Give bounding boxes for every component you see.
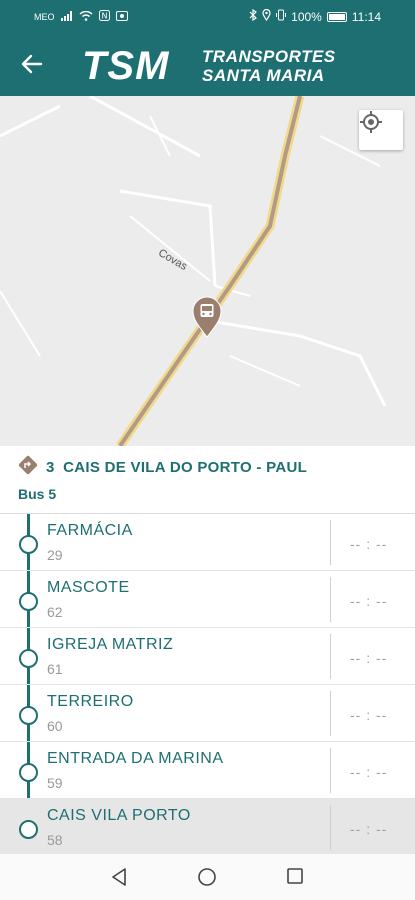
stop-code: 61: [47, 661, 63, 677]
stop-time: -- : --: [350, 536, 388, 552]
status-right: 100% 11:14: [249, 8, 381, 24]
vibrate-icon: [276, 9, 287, 24]
svg-text:N: N: [101, 12, 107, 21]
nav-back-button[interactable]: [110, 867, 128, 892]
stop-divider: [330, 577, 331, 622]
stop-divider: [330, 748, 331, 793]
app-bar: TSM TRANSPORTES SANTA MARIA: [0, 34, 415, 96]
status-bar: MEO N 100% 11:14: [0, 0, 415, 34]
stop-name: TERREIRO: [47, 693, 134, 710]
stop-dot: [19, 535, 38, 554]
stop-divider: [330, 691, 331, 736]
nav-home-button[interactable]: [197, 867, 217, 892]
stop-time: -- : --: [350, 707, 388, 723]
signal-icon: [60, 10, 73, 24]
map-view[interactable]: Covas: [0, 96, 415, 446]
stop-code: 60: [47, 718, 63, 734]
nfc-icon: N: [98, 10, 110, 24]
battery-icon: [326, 11, 347, 22]
stop-time: -- : --: [350, 650, 388, 666]
stop-name: ENTRADA DA MARINA: [47, 750, 224, 767]
bus-label: Bus 5: [18, 486, 57, 502]
stop-code: 59: [47, 775, 63, 791]
route-name: CAIS DE VILA DO PORTO - PAUL: [63, 459, 308, 476]
stop-time: -- : --: [350, 821, 388, 837]
logo-tsm: TSM: [82, 44, 170, 88]
stop-divider: [330, 805, 331, 850]
clock: 11:14: [351, 9, 381, 24]
stop-row[interactable]: MASCOTE 62 -- : --: [0, 571, 415, 628]
bluetooth-icon: [249, 8, 258, 24]
stop-time: -- : --: [350, 764, 388, 780]
map-roads: [0, 96, 387, 446]
stop-dot: [19, 649, 38, 668]
my-location-button[interactable]: [359, 110, 403, 150]
circle-home-icon: [198, 868, 216, 886]
stop-code: 29: [47, 547, 63, 563]
stops-list[interactable]: FARMÁCIA 29 -- : -- MASCOTE 62 -- : -- I…: [0, 514, 415, 854]
system-nav-bar: [0, 854, 415, 900]
bus-marker[interactable]: [191, 296, 223, 338]
nav-recents-button[interactable]: [286, 867, 304, 890]
stop-divider: [330, 634, 331, 679]
battery-percent: 100%: [291, 9, 322, 24]
stop-row[interactable]: TERREIRO 60 -- : --: [0, 685, 415, 742]
route-number: 3: [46, 459, 55, 476]
route-header: 3 CAIS DE VILA DO PORTO - PAUL Bus 5: [0, 446, 415, 514]
stop-name: FARMÁCIA: [47, 522, 133, 539]
stop-dot: [19, 820, 38, 839]
logo-line2: SANTA MARIA: [202, 66, 325, 85]
location-icon: [262, 8, 271, 24]
carrier-label: MEO: [34, 12, 55, 22]
logo-line1: TRANSPORTES: [202, 47, 336, 66]
stop-row[interactable]: ENTRADA DA MARINA 59 -- : --: [0, 742, 415, 799]
back-button[interactable]: [14, 48, 50, 84]
back-arrow-icon: [21, 54, 43, 79]
diamond-turn-icon: [18, 455, 38, 480]
stop-dot: [19, 592, 38, 611]
stop-divider: [330, 520, 331, 565]
stop-name: CAIS VILA PORTO: [47, 807, 191, 824]
square-recents-icon: [287, 868, 303, 884]
stop-dot: [19, 763, 38, 782]
screen-record-icon: [115, 10, 128, 24]
tsm-logo: TSM TRANSPORTES SANTA MARIA: [82, 42, 382, 88]
stop-row[interactable]: CAIS VILA PORTO 58 -- : --: [0, 799, 415, 854]
route-title-row: 3 CAIS DE VILA DO PORTO - PAUL: [18, 455, 307, 480]
status-left: MEO N: [34, 10, 128, 24]
stop-name: MASCOTE: [47, 579, 130, 596]
stop-row[interactable]: FARMÁCIA 29 -- : --: [0, 514, 415, 571]
triangle-back-icon: [112, 868, 126, 886]
stop-row[interactable]: IGREJA MATRIZ 61 -- : --: [0, 628, 415, 685]
stop-name: IGREJA MATRIZ: [47, 636, 174, 653]
stop-code: 58: [47, 832, 63, 848]
stop-dot: [19, 706, 38, 725]
stop-time: -- : --: [350, 593, 388, 609]
wifi-icon: [79, 10, 93, 24]
stop-code: 62: [47, 604, 63, 620]
